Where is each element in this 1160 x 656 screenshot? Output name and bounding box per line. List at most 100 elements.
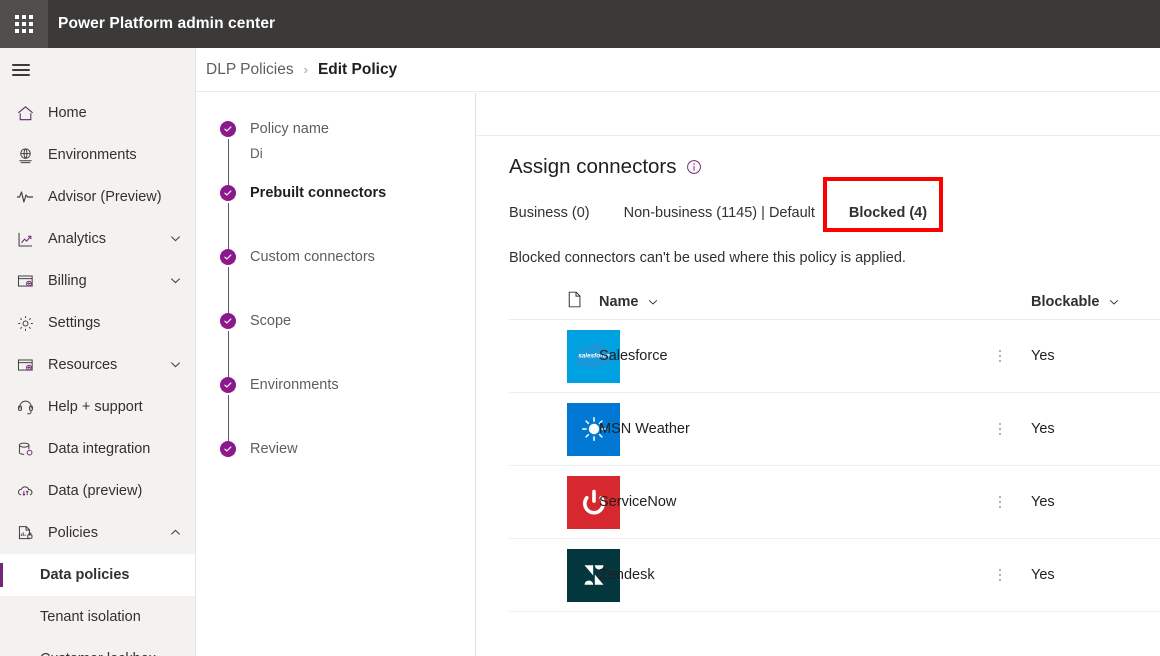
check-circle-icon xyxy=(220,441,236,457)
wizard-step-label: Environments xyxy=(250,377,339,393)
chevron-down-icon[interactable] xyxy=(169,232,183,246)
breadcrumb-link-dlp-policies[interactable]: DLP Policies xyxy=(206,61,294,79)
wizard-step-label: Prebuilt connectors xyxy=(250,185,387,201)
content-divider xyxy=(477,135,1160,136)
sidebar-item-customer-lockbox[interactable]: Customer lockbox xyxy=(0,638,195,656)
chevron-down-icon xyxy=(1108,296,1120,308)
wizard-connector xyxy=(227,139,230,185)
sidebar-item-label: Environments xyxy=(48,147,137,163)
column-header-name-label: Name xyxy=(599,293,639,310)
chevron-down-icon xyxy=(647,296,659,308)
more-vertical-icon[interactable] xyxy=(999,569,1001,581)
table-row[interactable]: salesforce Salesforce Yes xyxy=(509,320,1160,393)
table-row[interactable]: Zendesk Yes xyxy=(509,539,1160,612)
wizard-step-label: Review xyxy=(250,441,298,457)
headset-icon xyxy=(14,396,36,418)
sidebar-item-help-support[interactable]: Help + support xyxy=(0,386,195,428)
chevron-up-icon[interactable] xyxy=(169,526,183,540)
wizard-step-environments[interactable]: Environments xyxy=(196,377,475,441)
wizard-step-scope[interactable]: Scope xyxy=(196,313,475,377)
table-row[interactable]: MSN Weather Yes xyxy=(509,393,1160,466)
tab-blocked[interactable]: Blocked (4) xyxy=(848,199,928,232)
check-circle-icon xyxy=(220,377,236,393)
table-row[interactable]: ServiceNow Yes xyxy=(509,466,1160,539)
app-launcher-button[interactable] xyxy=(0,0,48,48)
wizard-connector xyxy=(227,267,230,313)
wizard-step-policy-name[interactable]: Policy name Di xyxy=(196,121,475,185)
breadcrumb-current-edit-policy: Edit Policy xyxy=(317,60,398,78)
advisor-pulse-icon xyxy=(14,186,36,208)
app-title: Power Platform admin center xyxy=(58,15,276,32)
wizard-step-prebuilt-connectors[interactable]: Prebuilt connectors xyxy=(196,185,475,249)
analytics-chart-icon xyxy=(14,228,36,250)
sidebar-item-label: Advisor (Preview) xyxy=(48,189,162,205)
chevron-down-icon[interactable] xyxy=(169,358,183,372)
wizard-step-label: Custom connectors xyxy=(250,249,375,265)
more-vertical-icon[interactable] xyxy=(999,496,1001,508)
sidebar-item-label: Billing xyxy=(48,273,87,289)
sidebar-item-environments[interactable]: Environments xyxy=(0,134,195,176)
sidebar-item-data-preview[interactable]: Data (preview) xyxy=(0,470,195,512)
sidebar-toggle-button[interactable] xyxy=(0,48,195,92)
table-header-row: Name Blockable xyxy=(509,290,1160,320)
column-header-blockable[interactable]: Blockable xyxy=(1031,294,1160,310)
more-vertical-icon[interactable] xyxy=(999,423,1001,435)
sidebar-item-analytics[interactable]: Analytics xyxy=(0,218,195,260)
sidebar-item-label: Home xyxy=(48,105,87,121)
tab-description: Blocked connectors can't be used where t… xyxy=(509,250,906,266)
sidebar-item-home[interactable]: Home xyxy=(0,92,195,134)
check-circle-icon xyxy=(220,313,236,329)
environments-globe-icon xyxy=(14,144,36,166)
check-circle-icon xyxy=(220,185,236,201)
sidebar-item-label: Resources xyxy=(48,357,118,373)
more-vertical-icon[interactable] xyxy=(999,350,1001,362)
sidebar-subitem-label: Tenant isolation xyxy=(40,609,141,625)
chevron-down-icon[interactable] xyxy=(169,274,183,288)
data-integration-icon xyxy=(14,438,36,460)
connector-blockable: Yes xyxy=(1031,421,1055,437)
wizard-step-subtext: Di xyxy=(250,146,263,161)
check-circle-icon xyxy=(220,121,236,137)
wizard-connector xyxy=(227,331,230,377)
main-content: Assign connectors Business (0) Non-busin… xyxy=(477,93,1160,656)
wizard-step-label: Scope xyxy=(250,313,292,329)
sidebar-subitem-label: Customer lockbox xyxy=(40,651,156,656)
wizard-step-custom-connectors[interactable]: Custom connectors xyxy=(196,249,475,313)
sidebar-item-data-integration[interactable]: Data integration xyxy=(0,428,195,470)
column-header-blockable-label: Blockable xyxy=(1031,293,1100,310)
sidebar-item-label: Analytics xyxy=(48,231,107,247)
sidebar-subitem-label: Data policies xyxy=(40,567,130,583)
sidebar-item-data-policies[interactable]: Data policies xyxy=(0,554,195,596)
wizard-step-review[interactable]: Review xyxy=(196,441,475,475)
connector-blockable: Yes xyxy=(1031,494,1055,510)
sidebar-item-label: Policies xyxy=(48,525,98,541)
hamburger-menu-icon xyxy=(12,60,30,79)
sidebar-item-resources[interactable]: Resources xyxy=(0,344,195,386)
wizard-connector xyxy=(227,395,230,441)
sidebar-item-policies[interactable]: Policies xyxy=(0,512,195,554)
connector-blockable: Yes xyxy=(1031,567,1055,583)
column-header-name[interactable]: Name xyxy=(599,294,969,310)
document-icon xyxy=(567,291,582,313)
sidebar-item-advisor[interactable]: Advisor (Preview) xyxy=(0,176,195,218)
sidebar-item-label: Settings xyxy=(48,315,101,331)
page-title: Assign connectors xyxy=(509,155,677,178)
tab-business[interactable]: Business (0) xyxy=(509,199,590,232)
app-header: Power Platform admin center xyxy=(0,0,1160,48)
wizard-connector xyxy=(227,203,230,249)
tab-non-business[interactable]: Non-business (1145) | Default xyxy=(624,199,815,232)
home-icon xyxy=(14,102,36,124)
connector-name: ServiceNow xyxy=(599,494,677,510)
sidebar-item-label: Help + support xyxy=(48,399,143,415)
sidebar: Home Environments Advisor (Preview) Anal… xyxy=(0,48,196,656)
info-circle-icon[interactable] xyxy=(686,159,702,175)
wizard-step-label: Policy name xyxy=(250,121,329,137)
connector-name: Salesforce xyxy=(599,348,668,364)
sidebar-item-settings[interactable]: Settings xyxy=(0,302,195,344)
sidebar-item-billing[interactable]: Billing xyxy=(0,260,195,302)
column-header-icon xyxy=(509,291,599,313)
connector-tabs: Business (0) Non-business (1145) | Defau… xyxy=(509,177,1160,232)
sidebar-item-tenant-isolation[interactable]: Tenant isolation xyxy=(0,596,195,638)
wizard-steps: Policy name Di Prebuilt connectors Custo… xyxy=(196,93,476,656)
gear-icon xyxy=(14,312,36,334)
